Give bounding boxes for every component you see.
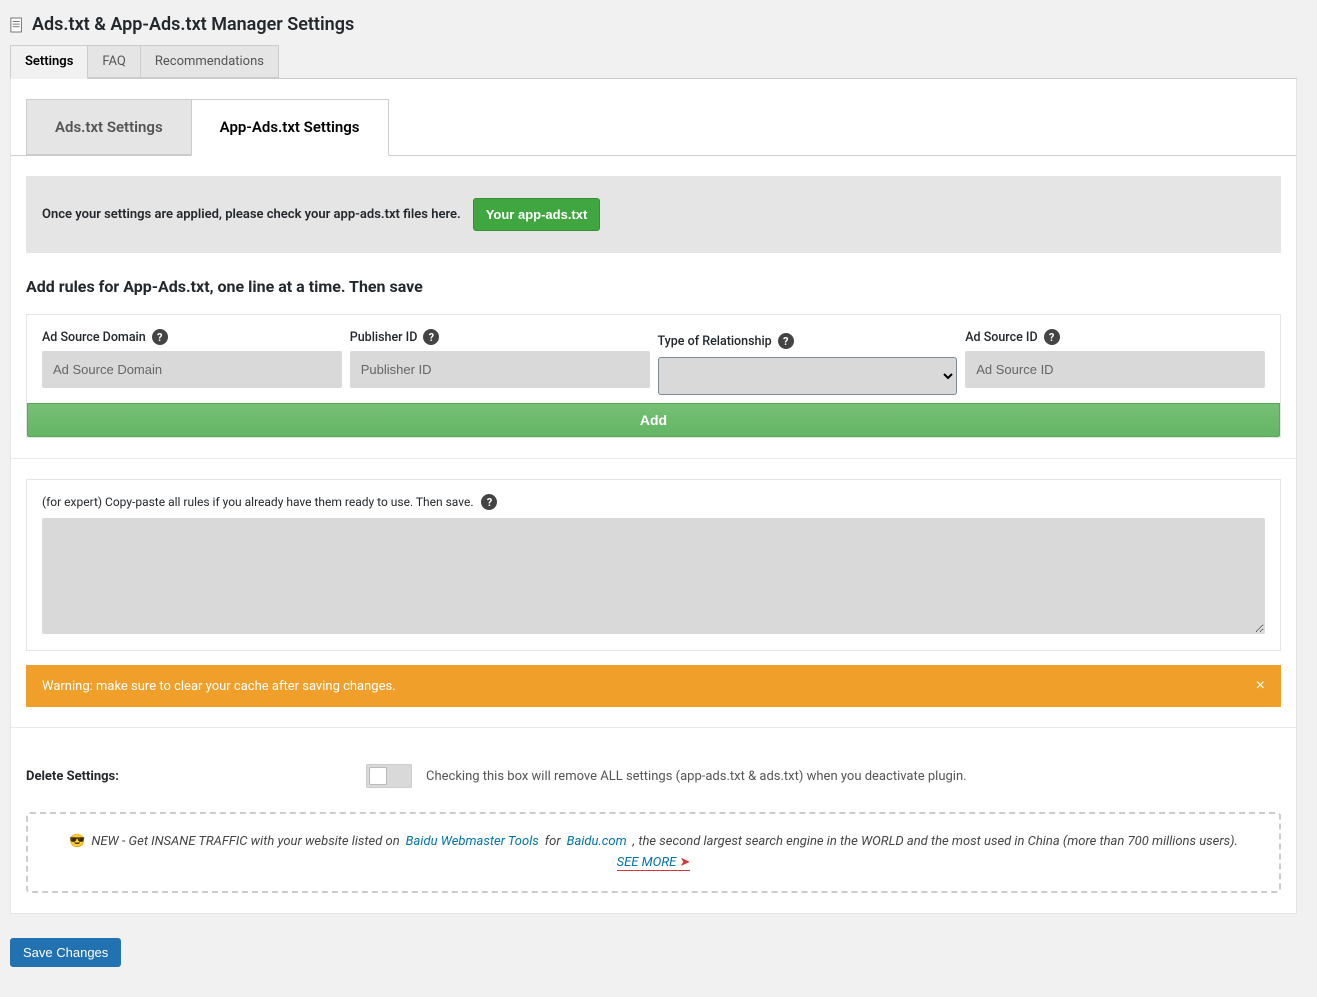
inner-tabs: Ads.txt Settings App-Ads.txt Settings [11,99,1296,156]
arrow-right-icon: ➤ [679,855,690,870]
divider [11,458,1296,459]
help-icon[interactable]: ? [423,329,439,345]
check-notice-text: Once your settings are applied, please c… [42,207,461,222]
page-title: Ads.txt & App-Ads.txt Manager Settings [32,14,354,35]
inner-tab-app-ads[interactable]: App-Ads.txt Settings [191,99,389,156]
promo-trail: , the second largest search engine in th… [633,834,1238,849]
divider [11,727,1296,728]
expert-label: (for expert) Copy-paste all rules if you… [42,495,473,509]
help-icon[interactable]: ? [778,333,794,349]
page-header: Ads.txt & App-Ads.txt Manager Settings [10,8,1297,45]
relationship-select[interactable] [658,357,958,395]
help-icon[interactable]: ? [152,329,168,345]
warning-text: Warning: make sure to clear your cache a… [42,679,396,694]
tab-settings[interactable]: Settings [10,45,88,79]
document-icon [10,17,24,33]
relationship-label: Type of Relationship [658,334,772,349]
section-heading: Add rules for App-Ads.txt, one line at a… [26,277,1281,296]
ad-source-domain-label: Ad Source Domain [42,330,146,345]
ad-source-domain-col: Ad Source Domain ? [42,329,342,395]
content-wrap: Ads.txt Settings App-Ads.txt Settings On… [10,79,1297,914]
publisher-id-label: Publisher ID [350,330,418,345]
warning-bar: Warning: make sure to clear your cache a… [26,665,1281,707]
close-icon[interactable]: × [1256,677,1265,695]
ad-source-id-input[interactable] [965,351,1265,388]
save-changes-button[interactable]: Save Changes [10,938,121,967]
tab-faq[interactable]: FAQ [87,45,140,78]
check-notice: Once your settings are applied, please c… [26,176,1281,253]
help-icon[interactable]: ? [1044,329,1060,345]
tab-recommendations[interactable]: Recommendations [140,45,279,78]
add-button[interactable]: Add [27,403,1280,437]
sunglasses-emoji-icon: 😎 [69,834,85,849]
help-icon[interactable]: ? [481,494,497,510]
your-app-ads-button[interactable]: Your app-ads.txt [473,198,601,231]
expert-textarea[interactable] [42,518,1265,634]
promo-link-baidu-tools[interactable]: Baidu Webmaster Tools [406,834,539,849]
ad-source-id-col: Ad Source ID ? [965,329,1265,395]
see-more-link[interactable]: SEE MORE ➤ [617,855,691,871]
promo-box: 😎 NEW - Get INSANE TRAFFIC with your web… [26,812,1281,893]
delete-settings-description: Checking this box will remove ALL settin… [426,769,967,784]
expert-box: (for expert) Copy-paste all rules if you… [26,479,1281,651]
delete-settings-toggle[interactable] [366,764,412,788]
toggle-knob [369,767,387,785]
promo-mid: for [545,834,561,849]
ad-source-id-label: Ad Source ID [965,330,1037,345]
relationship-col: Type of Relationship ? [658,329,958,395]
delete-settings-label: Delete Settings: [26,769,126,784]
promo-link-baidu[interactable]: Baidu.com [567,834,627,849]
outer-tabs: Settings FAQ Recommendations [10,45,1297,79]
delete-settings-row: Delete Settings: Checking this box will … [26,764,1281,788]
publisher-id-col: Publisher ID ? [350,329,650,395]
publisher-id-input[interactable] [350,351,650,388]
rule-form: Ad Source Domain ? Publisher ID ? Type o… [26,314,1281,438]
inner-tab-ads[interactable]: Ads.txt Settings [26,99,192,155]
promo-lead: NEW - Get INSANE TRAFFIC with your websi… [91,834,399,849]
ad-source-domain-input[interactable] [42,351,342,388]
